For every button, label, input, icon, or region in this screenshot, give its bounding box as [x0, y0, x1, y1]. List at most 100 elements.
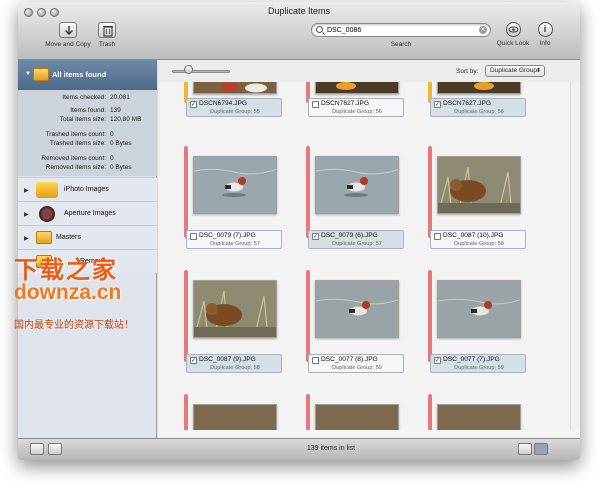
info-label: Info — [539, 40, 551, 47]
item-caption: ✓ DSC_0087 (9).JPG Duplicate Group: 58 — [186, 354, 282, 373]
sidebar-item-iphoto[interactable]: ▶ iPhoto Images — [18, 177, 157, 201]
photo-thumbnail[interactable] — [315, 280, 399, 338]
item-group: Duplicate Group: 56 — [454, 109, 504, 115]
stat-key: Removed items size: — [45, 164, 106, 171]
item-checkbox[interactable] — [312, 101, 319, 108]
search-field[interactable]: ✕ — [311, 23, 491, 37]
item-filename: DSCN6794.JPG — [199, 100, 248, 107]
photo-thumbnail[interactable] — [437, 404, 521, 430]
results-grid: ✓ DSCN6794.JPG Duplicate Group: 55 DSCN7… — [158, 82, 570, 430]
photo-thumbnail[interactable] — [193, 404, 277, 430]
item-group: Duplicate Group: 57 — [332, 241, 382, 247]
item-filename: DSC_0087 (9).JPG — [199, 356, 256, 363]
item-caption: ✓ DSCN6794.JPG Duplicate Group: 55 — [186, 98, 282, 117]
search-area: ✕ Search — [311, 23, 491, 48]
duplicate-group-bar — [184, 394, 188, 430]
sidebar-item-label: Aperture Images — [64, 210, 116, 217]
photo-thumbnail[interactable] — [193, 82, 277, 94]
quick-look-label: Quick Look — [496, 40, 530, 47]
chevron-right-icon[interactable]: ▶ — [24, 259, 29, 266]
duplicate-group-bar — [184, 146, 188, 238]
items-count: 139 items in list — [306, 445, 356, 452]
trash-button[interactable]: Trash — [92, 22, 122, 48]
stat-value: 139 — [110, 107, 121, 114]
item-checkbox[interactable] — [434, 233, 441, 240]
toolbar: Duplicate Items Move and Copy Trash ✕ Se… — [18, 2, 580, 60]
stat-value: 0 Bytes — [110, 140, 132, 147]
clear-search-icon[interactable]: ✕ — [479, 26, 487, 34]
results-header: Sort by: Duplicate Group ⬍ — [158, 60, 580, 82]
sort-by-select[interactable]: Duplicate Group ⬍ — [485, 65, 545, 77]
stat-key: Removed items count: — [41, 155, 106, 162]
quick-look-button[interactable]: Quick Look — [493, 22, 533, 47]
chevron-right-icon[interactable]: ▶ — [24, 187, 29, 194]
stat-key: Items found: — [70, 107, 106, 114]
window-title: Duplicate Items — [267, 6, 331, 16]
item-checkbox[interactable]: ✓ — [190, 101, 197, 108]
move-and-copy-button[interactable]: Move and Copy — [40, 22, 96, 48]
item-group: Duplicate Group: 56 — [332, 109, 382, 115]
photo-thumbnail[interactable] — [437, 156, 521, 214]
photo-thumbnail[interactable] — [193, 280, 277, 338]
sort-by-value: Duplicate Group — [490, 67, 537, 74]
sidebar-item-label: iPhoto Images — [64, 186, 109, 193]
chevron-down-icon[interactable]: ▼ — [25, 71, 31, 77]
item-checkbox[interactable]: ✓ — [434, 357, 441, 364]
all-items-icon — [33, 68, 49, 81]
item-filename: DSC_0077 (7).JPG — [443, 356, 500, 363]
sidebar-item-label: Masters — [56, 234, 81, 241]
remove-folder-icon — [36, 255, 52, 268]
sidebar-item-all-items[interactable]: ▼ All items found — [18, 60, 157, 90]
item-caption: ✓ DSC_0079 (6).JPG Duplicate Group: 57 — [308, 230, 404, 249]
photo-thumbnail[interactable] — [437, 280, 521, 338]
grid-view-icon[interactable] — [534, 443, 548, 455]
photo-thumbnail[interactable] — [315, 404, 399, 430]
slider-knob[interactable] — [184, 65, 193, 74]
add-source-button[interactable] — [30, 443, 44, 455]
thumbnail-size-slider[interactable] — [172, 70, 230, 73]
move-copy-icon — [59, 22, 77, 38]
list-view-icon[interactable] — [518, 443, 532, 455]
item-caption: DSC_0079 (7).JPG Duplicate Group: 57 — [186, 230, 282, 249]
photo-thumbnail[interactable] — [437, 82, 521, 94]
item-checkbox[interactable]: ✓ — [434, 101, 441, 108]
item-checkbox[interactable] — [190, 233, 197, 240]
item-checkbox[interactable] — [312, 357, 319, 364]
item-group: Duplicate Group: 59 — [332, 365, 382, 371]
item-caption: DSC_0087 (10).JPG Duplicate Group: 58 — [430, 230, 526, 249]
sidebar-item-remove[interactable]: ▶ Remove — [18, 249, 157, 273]
chevron-down-icon: ⬍ — [535, 68, 541, 74]
search-input[interactable] — [327, 25, 472, 36]
duplicate-group-bar — [428, 394, 432, 430]
item-caption: DSCN7627.JPG Duplicate Group: 56 — [308, 98, 404, 117]
results-scrollbar[interactable] — [570, 82, 580, 430]
sidebar-item-masters[interactable]: ▶ Masters — [18, 225, 157, 249]
search-label: Search — [390, 41, 412, 48]
chevron-right-icon[interactable]: ▶ — [24, 235, 29, 242]
chevron-right-icon[interactable]: ▶ — [24, 211, 29, 218]
item-group: Duplicate Group: 58 — [454, 241, 504, 247]
aperture-icon — [39, 206, 55, 222]
sidebar-header-label: All items found — [52, 70, 107, 79]
photo-thumbnail[interactable] — [315, 156, 399, 214]
photo-thumbnail[interactable] — [315, 82, 399, 94]
info-button[interactable]: i Info — [534, 22, 556, 47]
duplicate-group-bar — [306, 394, 310, 430]
sort-by-label: Sort by: — [456, 68, 479, 75]
stat-value: 0 — [110, 155, 114, 162]
item-checkbox[interactable]: ✓ — [190, 357, 197, 364]
stat-key: Total items size: — [59, 116, 106, 123]
photo-thumbnail[interactable] — [193, 156, 277, 214]
move-and-copy-label: Move and Copy — [45, 41, 91, 48]
sidebar-item-aperture[interactable]: ▶ Aperture Images — [18, 201, 157, 225]
info-icon: i — [537, 22, 553, 37]
item-group: Duplicate Group: 58 — [210, 365, 260, 371]
item-group: Duplicate Group: 59 — [454, 365, 504, 371]
item-checkbox[interactable]: ✓ — [312, 233, 319, 240]
search-icon — [316, 26, 323, 33]
iphoto-icon — [36, 182, 58, 198]
item-filename: DSCN7627.JPG — [443, 100, 492, 107]
remove-source-button[interactable] — [48, 443, 62, 455]
duplicate-group-bar — [428, 146, 432, 238]
stat-value: 0 Bytes — [110, 164, 132, 171]
